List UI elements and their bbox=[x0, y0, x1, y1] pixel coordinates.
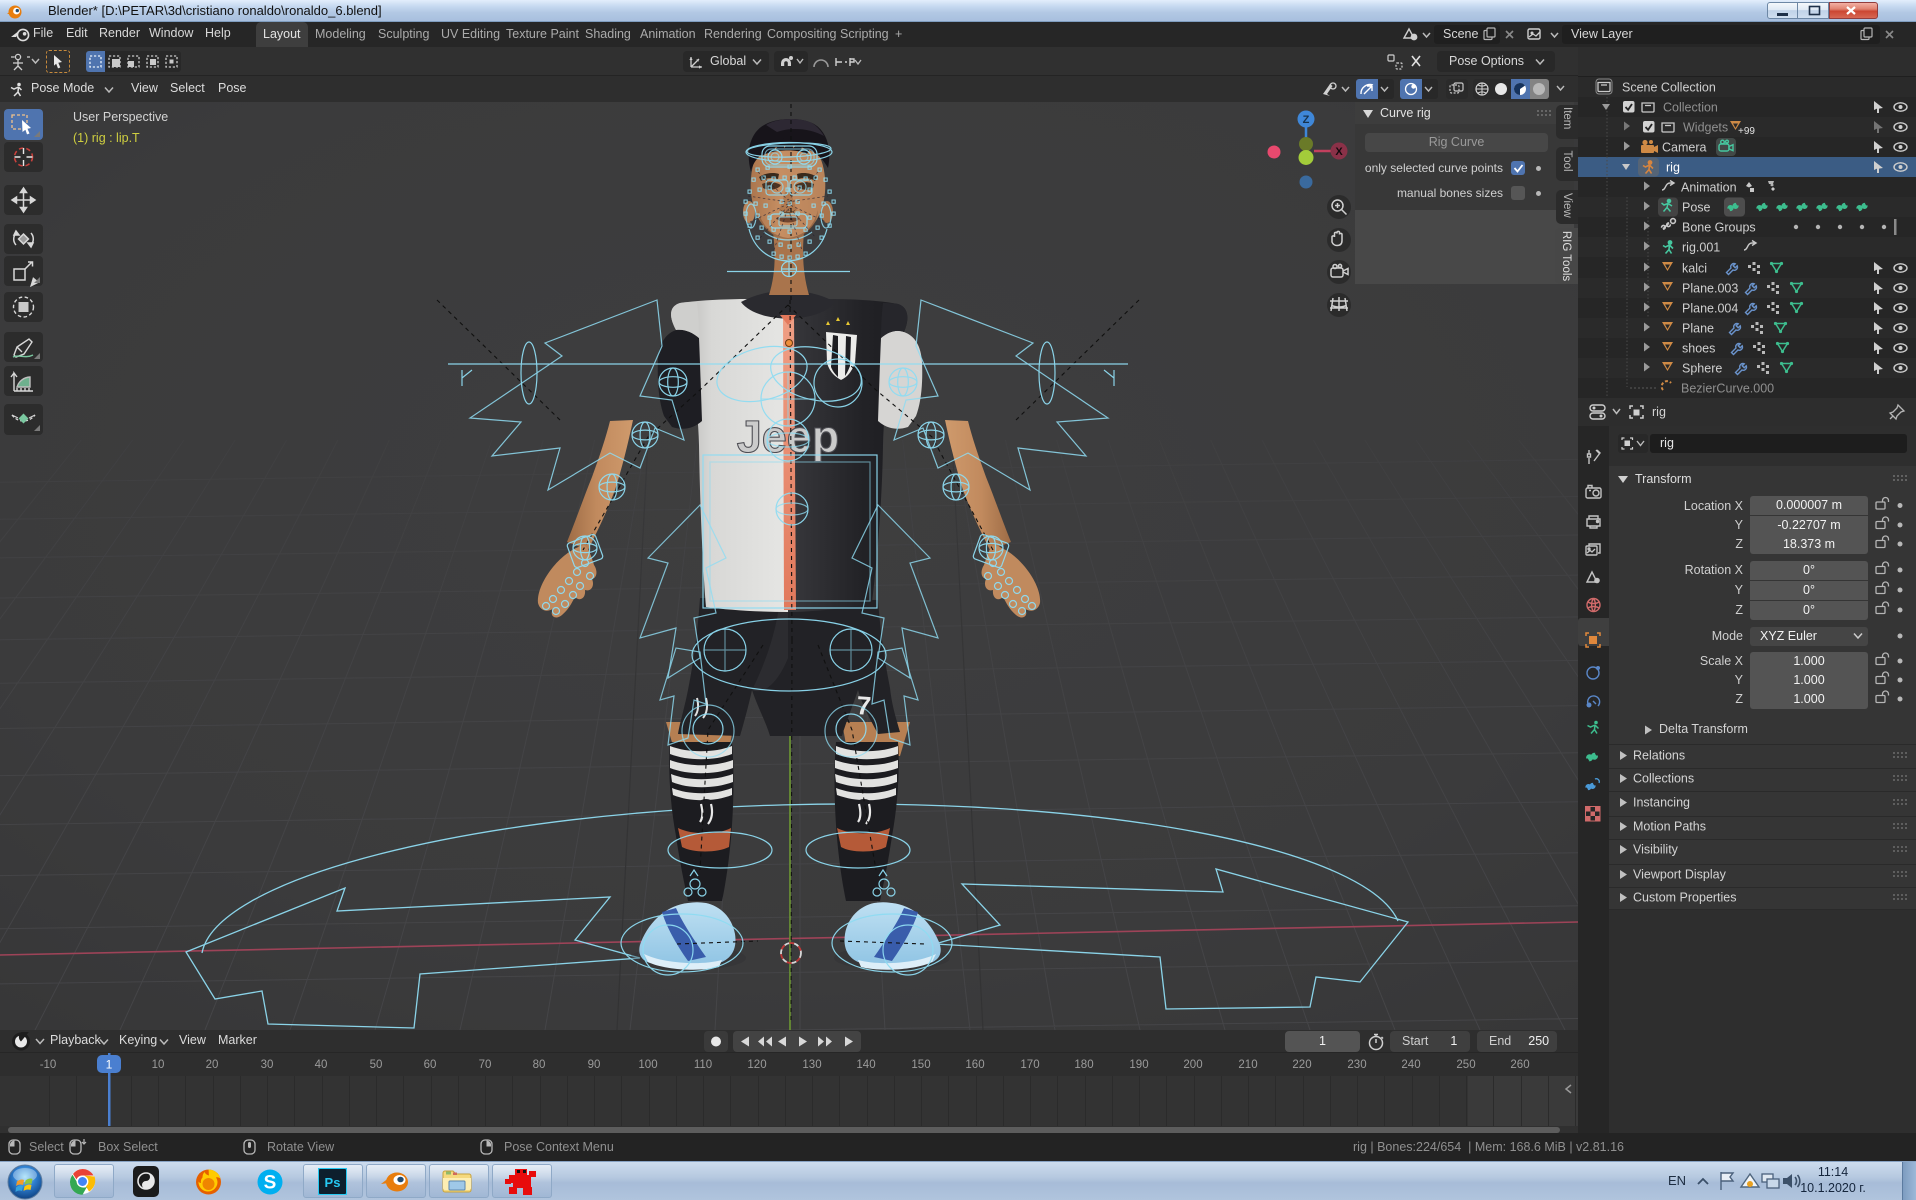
svg-text:Collections: Collections bbox=[1633, 772, 1694, 786]
svg-text:Camera: Camera bbox=[1662, 141, 1707, 155]
svg-text:260: 260 bbox=[1510, 1059, 1529, 1071]
svg-text:Plane.004: Plane.004 bbox=[1682, 302, 1738, 316]
svg-text:50: 50 bbox=[370, 1059, 383, 1071]
svg-text:20: 20 bbox=[206, 1059, 219, 1071]
svg-text:170: 170 bbox=[1020, 1059, 1039, 1071]
svg-text:Sphere: Sphere bbox=[1682, 362, 1722, 376]
svg-text:40: 40 bbox=[315, 1059, 328, 1071]
svg-text:shoes: shoes bbox=[1682, 342, 1715, 356]
svg-text:Motion Paths: Motion Paths bbox=[1633, 820, 1706, 834]
svg-text:Ps: Ps bbox=[325, 1175, 341, 1190]
svg-text:200: 200 bbox=[1183, 1059, 1202, 1071]
svg-text:210: 210 bbox=[1238, 1059, 1257, 1071]
svg-text:Bone Groups: Bone Groups bbox=[1682, 221, 1756, 235]
svg-text:140: 140 bbox=[856, 1059, 875, 1071]
svg-text:240: 240 bbox=[1401, 1059, 1420, 1071]
svg-text:Plane: Plane bbox=[1682, 322, 1714, 336]
svg-text:120: 120 bbox=[747, 1059, 766, 1071]
svg-text:rig: rig bbox=[1666, 161, 1680, 175]
svg-text:Z: Z bbox=[1303, 114, 1310, 126]
svg-text:150: 150 bbox=[911, 1059, 930, 1071]
svg-text:30: 30 bbox=[261, 1059, 274, 1071]
svg-text:Collection: Collection bbox=[1663, 101, 1718, 115]
svg-text:Visibility: Visibility bbox=[1633, 843, 1679, 857]
svg-text:+99: +99 bbox=[1738, 126, 1755, 137]
svg-text:80: 80 bbox=[533, 1059, 546, 1071]
svg-text:Scene Collection: Scene Collection bbox=[1622, 81, 1716, 95]
svg-text:100: 100 bbox=[638, 1059, 657, 1071]
svg-text:130: 130 bbox=[802, 1059, 821, 1071]
svg-text:Pose: Pose bbox=[1682, 201, 1711, 215]
svg-text:110: 110 bbox=[694, 1059, 712, 1071]
svg-text:180: 180 bbox=[1074, 1059, 1093, 1071]
svg-text:rig.001: rig.001 bbox=[1682, 241, 1720, 255]
svg-text:S: S bbox=[264, 1173, 277, 1194]
svg-text:160: 160 bbox=[965, 1059, 984, 1071]
svg-text:250: 250 bbox=[1456, 1059, 1475, 1071]
svg-text:90: 90 bbox=[588, 1059, 601, 1071]
svg-text:10: 10 bbox=[152, 1059, 165, 1071]
svg-text:Animation: Animation bbox=[1681, 181, 1737, 195]
svg-text:60: 60 bbox=[424, 1059, 437, 1071]
svg-text:Custom Properties: Custom Properties bbox=[1633, 891, 1737, 905]
svg-text:BezierCurve.000: BezierCurve.000 bbox=[1681, 382, 1774, 396]
svg-text:kalci: kalci bbox=[1682, 262, 1707, 276]
svg-text:190: 190 bbox=[1129, 1059, 1148, 1071]
svg-text:-10: -10 bbox=[40, 1059, 57, 1071]
svg-text:Relations: Relations bbox=[1633, 749, 1685, 763]
svg-text:Instancing: Instancing bbox=[1633, 796, 1690, 810]
svg-text:Widgets: Widgets bbox=[1683, 121, 1728, 135]
svg-text:220: 220 bbox=[1292, 1059, 1311, 1071]
svg-text:70: 70 bbox=[479, 1059, 492, 1071]
svg-text:230: 230 bbox=[1347, 1059, 1366, 1071]
svg-text:1: 1 bbox=[106, 1058, 113, 1072]
svg-text:X: X bbox=[1335, 146, 1343, 158]
svg-text:Viewport Display: Viewport Display bbox=[1633, 868, 1727, 882]
svg-text:Plane.003: Plane.003 bbox=[1682, 282, 1738, 296]
